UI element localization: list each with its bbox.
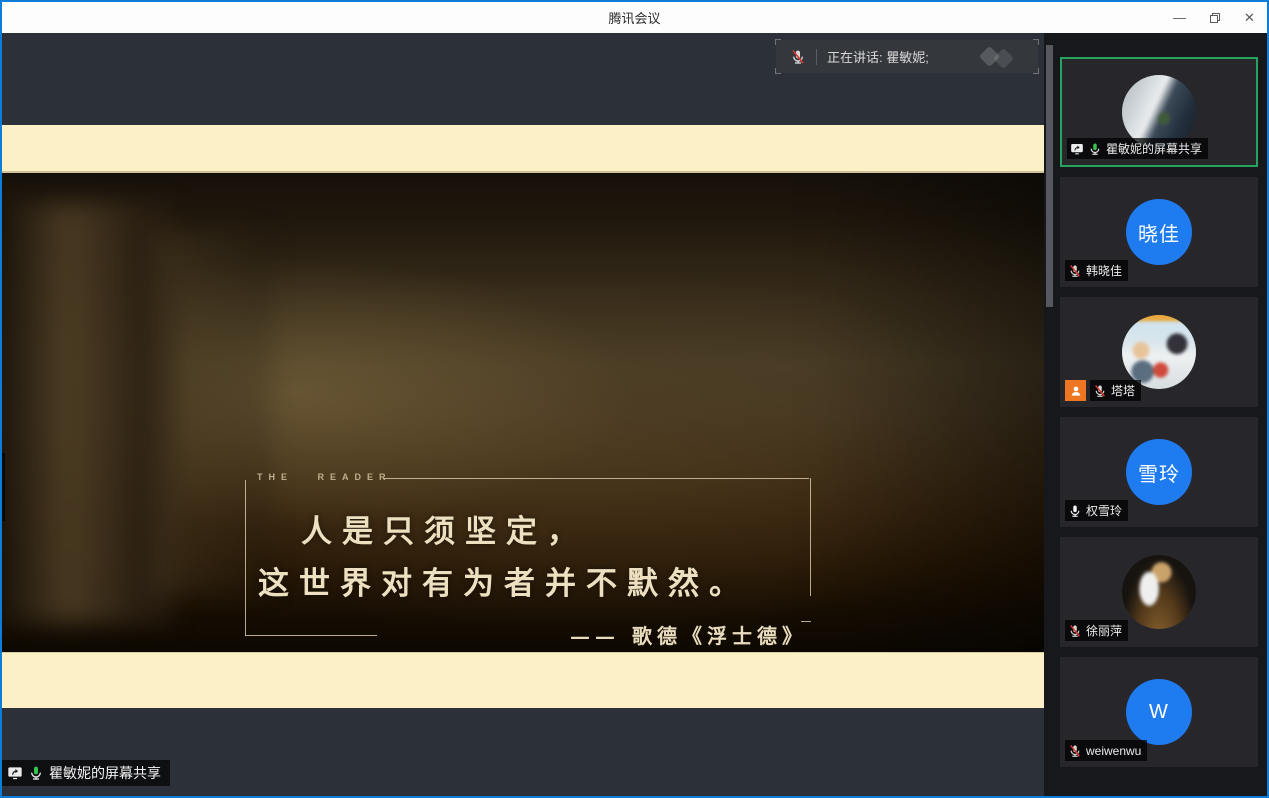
speaking-label: 正在讲话: 瞿敏妮; (827, 47, 929, 66)
avatar-initials: W (1149, 701, 1169, 724)
minimize-button[interactable]: — (1162, 2, 1197, 33)
participant-label: 韩晓佳 (1065, 260, 1128, 281)
participant-tile-quminni[interactable]: 瞿敏妮的屏幕共享 (1060, 57, 1258, 167)
participant-tile-xuliping[interactable]: 徐丽萍 (1060, 537, 1258, 647)
tencent-meeting-logo-icon (974, 46, 1028, 68)
participant-name: 权雪玲 (1086, 502, 1122, 519)
avatar-initials: 晓佳 (1138, 218, 1180, 247)
speaking-toast: 正在讲话: 瞿敏妮; (776, 40, 1038, 73)
participant-name: weiwenwu (1086, 744, 1141, 758)
mic-muted-icon (1093, 384, 1107, 398)
participants-sidebar: 瞿敏妮的屏幕共享 晓佳 韩晓佳 (1044, 33, 1267, 796)
slide-cream-band-bottom (2, 652, 1044, 708)
avatar: W (1126, 679, 1192, 745)
mic-muted-icon (1068, 744, 1082, 758)
host-badge-icon (1065, 380, 1086, 401)
toast-divider (816, 49, 817, 65)
shared-video-frame: THE READER 人是只须坚定， 这世界对有为者并不默然。 —— 歌德《浮士… (2, 173, 1044, 652)
meeting-main: THE READER 人是只须坚定， 这世界对有为者并不默然。 —— 歌德《浮士… (2, 33, 1267, 796)
mic-on-icon (1068, 504, 1082, 518)
participant-label: 权雪玲 (1065, 500, 1128, 521)
mic-muted-icon (1068, 624, 1082, 638)
window-controls: — ✕ (1162, 2, 1267, 33)
screen-share-stage: THE READER 人是只须坚定， 这世界对有为者并不默然。 —— 歌德《浮士… (2, 33, 1044, 796)
participant-tile-hanxiaojia[interactable]: 晓佳 韩晓佳 (1060, 177, 1258, 287)
mic-active-icon (1088, 142, 1102, 156)
restore-button[interactable] (1197, 2, 1232, 33)
participant-name: 韩晓佳 (1086, 262, 1122, 279)
avatar (1122, 315, 1196, 389)
quote-kicker: THE READER (257, 472, 392, 482)
participant-label: 瞿敏妮的屏幕共享 (1067, 138, 1208, 159)
slide-cream-band-top (2, 125, 1044, 173)
participant-tile-weiwenwu[interactable]: W weiwenwu (1060, 657, 1258, 767)
app-window: 腾讯会议 — ✕ THE (0, 0, 1269, 798)
avatar (1122, 555, 1196, 629)
title-bar: 腾讯会议 — ✕ (2, 2, 1267, 33)
participant-label: 徐丽萍 (1065, 620, 1128, 641)
left-edge-handle[interactable] (2, 453, 5, 521)
participant-label: weiwenwu (1065, 740, 1147, 761)
quote-attribution: —— 歌德《浮士德》 (570, 620, 807, 649)
mic-muted-icon (790, 49, 806, 65)
screen-share-icon (1070, 142, 1084, 156)
participant-name: 瞿敏妮的屏幕共享 (1106, 140, 1202, 157)
participant-tile-tata[interactable]: 塔塔 (1060, 297, 1258, 407)
sidebar-scrollbar[interactable] (1046, 45, 1053, 307)
quote-line-2: 这世界对有为者并不默然。 (258, 558, 750, 603)
participant-label: 塔塔 (1090, 380, 1141, 401)
avatar: 雪玲 (1126, 439, 1192, 505)
quote-frame: THE READER 人是只须坚定， 这世界对有为者并不默然。 —— 歌德《浮士… (245, 478, 811, 636)
share-banner-label: 瞿敏妮的屏幕共享 (49, 763, 161, 783)
window-title: 腾讯会议 (608, 8, 660, 27)
close-button[interactable]: ✕ (1232, 2, 1267, 33)
blurred-foreground-object (2, 203, 172, 623)
mic-muted-icon (1068, 264, 1082, 278)
participant-name: 徐丽萍 (1086, 622, 1122, 639)
avatar-initials: 雪玲 (1138, 458, 1180, 487)
screen-share-icon (7, 765, 23, 781)
participant-name: 塔塔 (1111, 382, 1135, 399)
quote-line-1: 人是只须坚定， (301, 506, 588, 551)
avatar: 晓佳 (1126, 199, 1192, 265)
participant-tile-quanxueling[interactable]: 雪玲 权雪玲 (1060, 417, 1258, 527)
mic-active-icon (28, 765, 44, 781)
restore-icon (1209, 12, 1221, 24)
screen-share-banner: 瞿敏妮的屏幕共享 (2, 760, 170, 786)
